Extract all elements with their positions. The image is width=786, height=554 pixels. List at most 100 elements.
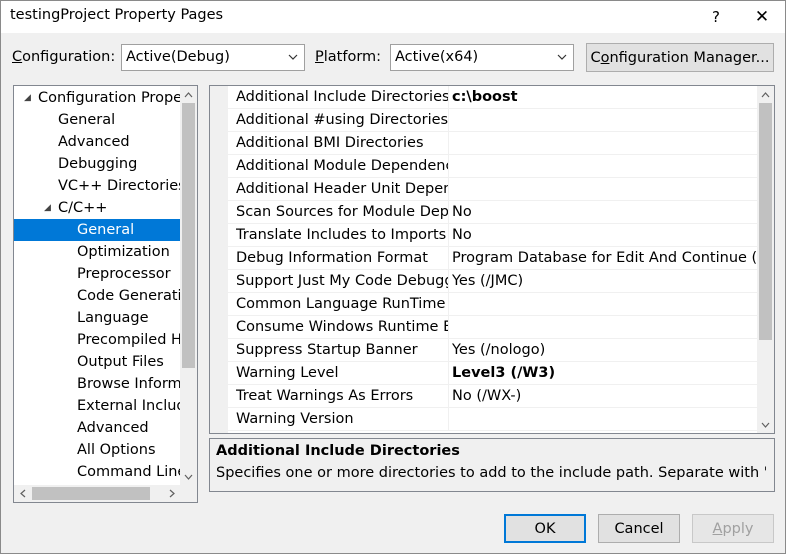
column-separator [448,362,449,385]
tree-item-label: Preprocessor [77,266,171,282]
tree-item[interactable]: General [14,109,181,131]
property-row[interactable]: Treat Warnings As Errors No (/WX-) [210,385,757,408]
property-name: Additional Header Unit Dependencies [236,181,448,197]
tree-horizontal-scrollbar[interactable] [14,485,180,502]
property-value[interactable]: Yes (/nologo) [452,339,756,362]
tree-item-label: External Include [77,398,181,414]
property-row[interactable]: Debug Information Format Program Database… [210,247,757,270]
property-value[interactable]: No (/WX-) [452,385,756,408]
property-name: Debug Information Format [236,250,428,266]
column-separator [448,339,449,362]
tree-item[interactable]: Advanced [14,131,181,153]
property-value[interactable] [452,109,756,132]
close-button[interactable]: ✕ [739,1,785,33]
chevron-down-icon [288,54,298,60]
tree-item[interactable]: Output Files [14,351,181,373]
scroll-down-icon[interactable] [180,468,197,485]
help-button[interactable]: ? [693,1,739,33]
tree-vertical-scrollbar[interactable] [180,86,197,485]
property-row[interactable]: Additional BMI Directories [210,132,757,155]
tree-scroll-thumb[interactable] [182,103,195,368]
column-separator [448,224,449,247]
property-value[interactable] [452,293,756,316]
property-value[interactable] [452,155,756,178]
property-row[interactable]: Suppress Startup Banner Yes (/nologo) [210,339,757,362]
property-row[interactable]: Additional Module Dependencies [210,155,757,178]
property-value[interactable]: No [452,201,756,224]
tree-item[interactable]: External Include [14,395,181,417]
property-name: Additional Include Directories [236,89,448,105]
scroll-right-icon[interactable] [163,485,180,502]
property-row[interactable]: Scan Sources for Module DependenciesNo [210,201,757,224]
grid-scroll-thumb[interactable] [759,103,772,340]
property-row[interactable]: Warning Version [210,408,757,431]
description-panel: Additional Include Directories Specifies… [209,438,775,492]
tree-item[interactable]: Precompiled He [14,329,181,351]
column-separator [448,270,449,293]
tree-item[interactable]: VC++ Directories [14,175,181,197]
property-value[interactable]: Yes (/JMC) [452,270,756,293]
tree-item-label: VC++ Directories [58,178,181,194]
property-grid: Additional Include Directories c:\boost Ad… [209,85,775,434]
tree-item[interactable]: Optimization [14,241,181,263]
tree-item[interactable]: Language [14,307,181,329]
column-separator [448,155,449,178]
tree-hscroll-thumb[interactable] [32,487,150,500]
expanded-triangle-icon[interactable]: ◢ [24,87,34,109]
tree-item[interactable]: All Options [14,439,181,461]
property-value[interactable] [452,178,756,201]
column-separator [448,385,449,408]
property-name: Additional BMI Directories [236,135,424,151]
tree-item[interactable]: Command Line [14,461,181,483]
scroll-up-icon[interactable] [757,86,774,103]
grid-vertical-scrollbar[interactable] [757,86,774,433]
property-value[interactable]: Program Database for Edit And Continue (… [452,247,756,270]
property-name: Additional Module Dependencies [236,158,448,174]
property-value[interactable]: c:\boost [452,86,756,109]
tree-item-label: Advanced [58,134,130,150]
tree-item[interactable]: Code Generatio [14,285,181,307]
property-row[interactable]: Additional #using Directories [210,109,757,132]
property-row[interactable]: Common Language RunTime Support [210,293,757,316]
configuration-manager-button[interactable]: Co nfiguration Manager... [586,43,774,72]
scroll-down-icon[interactable] [757,416,774,433]
tree-item[interactable]: Preprocessor [14,263,181,285]
property-value[interactable]: No [452,224,756,247]
platform-value: Active(x64) [395,49,479,65]
property-name: Support Just My Code Debugging [236,273,448,289]
property-row[interactable]: Additional Header Unit Dependencies [210,178,757,201]
property-value[interactable] [452,132,756,155]
ok-button[interactable]: OK [504,514,586,543]
property-value[interactable] [452,316,756,339]
tree-item-label: Advanced [77,420,149,436]
cancel-button[interactable]: Cancel [598,514,680,543]
window-title: testingProject Property Pages [10,7,224,23]
tree-item[interactable]: Browse Informa [14,373,181,395]
tree-item[interactable]: General [14,219,181,241]
tree-item[interactable]: ◢ C/C++ [14,197,181,219]
column-separator [448,178,449,201]
apply-button[interactable]: Apply [692,514,774,543]
scroll-up-icon[interactable] [180,86,197,103]
description-title: Additional Include Directories [216,443,460,459]
expanded-triangle-icon[interactable]: ◢ [44,197,54,219]
property-value[interactable] [452,408,756,431]
platform-combo[interactable]: Active(x64) [390,44,574,71]
configuration-combo[interactable]: Active(Debug) [121,44,305,71]
tree-item[interactable]: ◢ Configuration Propert [14,87,181,109]
column-separator [448,109,449,132]
property-name: Warning Version [236,411,354,427]
property-row[interactable]: Additional Include Directories c:\boost [210,86,757,109]
property-row[interactable]: Support Just My Code DebuggingYes (/JMC) [210,270,757,293]
property-row[interactable]: Warning Level Level3 (/W3) [210,362,757,385]
property-name: Translate Includes to Imports [236,227,447,243]
tree-item[interactable]: Advanced [14,417,181,439]
property-row[interactable]: Translate Includes to Imports No [210,224,757,247]
column-separator [448,201,449,224]
tree-item[interactable]: Debugging [14,153,181,175]
column-separator [448,293,449,316]
property-value[interactable]: Level3 (/W3) [452,362,756,385]
property-row[interactable]: Consume Windows Runtime Extension [210,316,757,339]
tree-item-label: General [77,222,135,238]
scroll-left-icon[interactable] [14,485,31,502]
